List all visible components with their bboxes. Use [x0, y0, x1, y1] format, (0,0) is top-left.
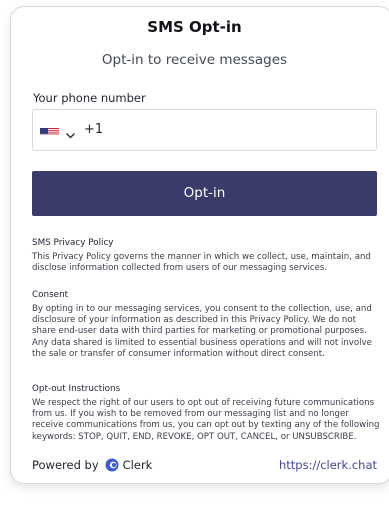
clerk-brand-name: Clerk [122, 458, 153, 472]
consent-text: By opting in to our messaging services, … [32, 304, 372, 359]
page-subtitle: Opt-in to receive messages [101, 52, 288, 68]
phone-input[interactable]: +1 [32, 109, 377, 151]
opt-in-button[interactable]: Opt-in [32, 171, 377, 216]
opt-out-heading: Opt-out Instructions [32, 384, 121, 394]
clerk-logo-icon [105, 458, 119, 472]
chevron-down-icon[interactable] [65, 125, 76, 139]
phone-value[interactable]: +1 [84, 122, 103, 137]
us-flag-icon[interactable] [40, 124, 59, 135]
privacy-policy-text: This Privacy Policy governs the manner i… [32, 252, 371, 274]
phone-field-label: Your phone number [33, 91, 146, 105]
powered-by: Powered by Clerk [32, 458, 152, 472]
opt-out-text: We respect the right of our users to opt… [32, 398, 380, 442]
privacy-policy-heading: SMS Privacy Policy [32, 238, 114, 248]
powered-by-label: Powered by [32, 458, 99, 472]
page-title: SMS Opt-in [147, 18, 242, 36]
clerk-website-link[interactable]: https://clerk.chat [279, 458, 377, 472]
consent-heading: Consent [32, 290, 69, 300]
